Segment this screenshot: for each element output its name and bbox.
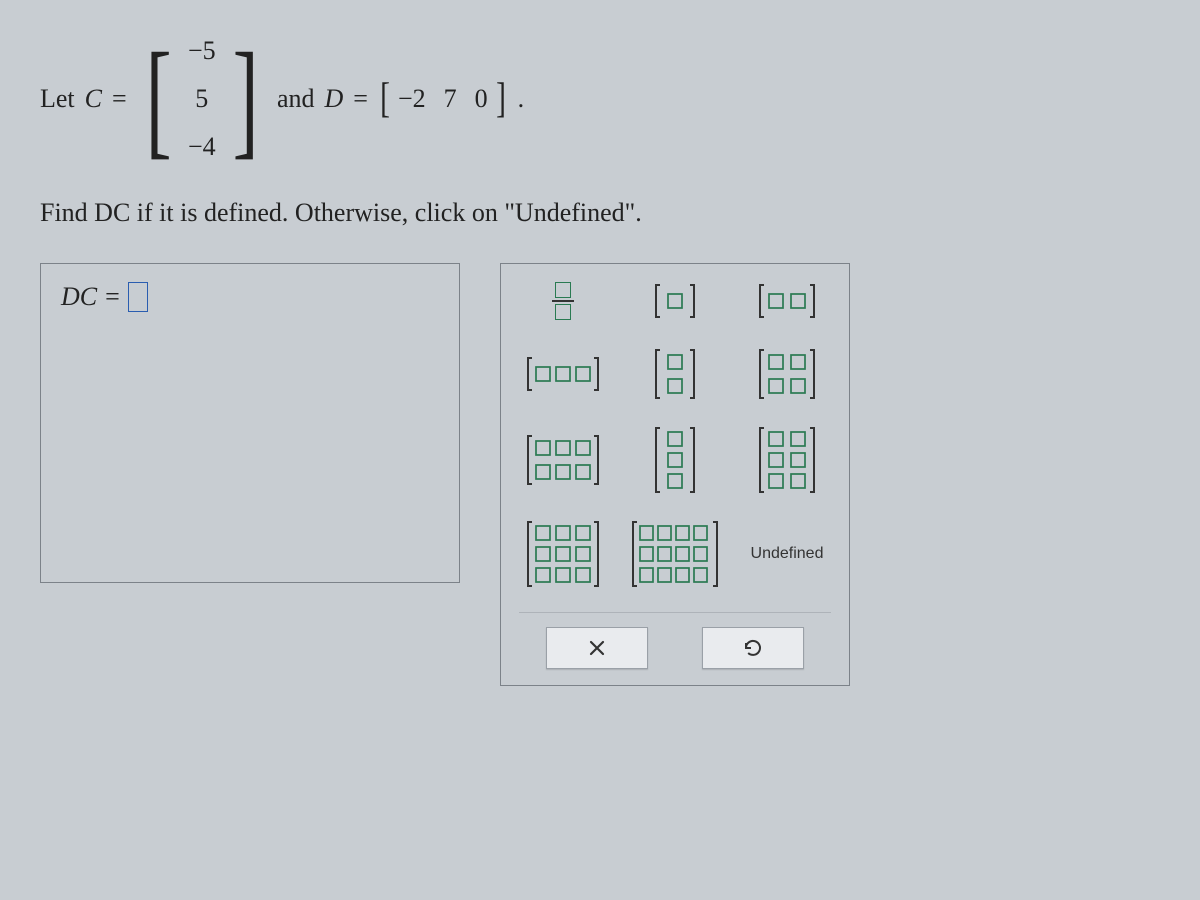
matrix-2x3-icon	[524, 432, 602, 488]
undo-icon	[742, 637, 764, 659]
matrix-D: [ −2 7 0 ]	[378, 75, 508, 123]
matrix-2x1-icon	[652, 346, 698, 402]
variable-D: D	[324, 84, 343, 114]
matrix-3x3-icon	[524, 518, 602, 590]
close-icon	[587, 638, 607, 658]
matrix-2x2-icon	[756, 346, 818, 402]
matrix-3x3-button[interactable]	[524, 518, 602, 590]
clear-button[interactable]	[546, 627, 648, 669]
template-palette: Undefined	[500, 263, 850, 686]
matrix-1x3-icon	[524, 354, 602, 394]
reset-button[interactable]	[702, 627, 804, 669]
matrix-1x1-button[interactable]	[645, 278, 705, 324]
variable-C: C	[85, 84, 102, 114]
matrix-3x4-button[interactable]	[629, 518, 721, 590]
matrix-3x2-button[interactable]	[756, 424, 818, 496]
work-area: DC =	[40, 263, 1160, 686]
let-label: Let	[40, 84, 75, 114]
matrix-C-entry: 5	[195, 84, 208, 114]
right-bracket-icon: ]	[496, 75, 506, 123]
matrix-1x2-button[interactable]	[756, 278, 818, 324]
matrix-1x1-icon	[652, 281, 698, 321]
matrix-C-entry: −5	[188, 36, 216, 66]
matrix-C-entry: −4	[188, 132, 216, 162]
matrix-3x1-button[interactable]	[645, 424, 705, 496]
undefined-label: Undefined	[751, 545, 824, 563]
matrix-1x3-button[interactable]	[524, 351, 602, 397]
matrix-D-entry: −2	[398, 84, 426, 114]
instruction-text: Find DC if it is defined. Otherwise, cli…	[40, 198, 1160, 228]
left-bracket-icon: [	[380, 75, 390, 123]
answer-box: DC =	[40, 263, 460, 583]
definition-row: Let C = [ −5 5 −4 ] and D = [ −2 7 0 ] .	[40, 30, 1160, 168]
matrix-3x2-icon	[756, 424, 818, 496]
matrix-3x1-icon	[652, 424, 698, 496]
matrix-2x3-button[interactable]	[524, 432, 602, 488]
matrix-D-entry: 7	[444, 84, 457, 114]
fraction-template-button[interactable]	[533, 278, 593, 324]
palette-grid: Undefined	[519, 278, 831, 590]
matrix-1x2-icon	[756, 281, 818, 321]
equals-2: =	[353, 84, 368, 114]
left-bracket-icon: [	[145, 41, 171, 158]
and-label: and	[277, 84, 315, 114]
matrix-D-entry: 0	[475, 84, 488, 114]
equals-1: =	[112, 84, 127, 114]
palette-actions	[519, 612, 831, 669]
answer-lhs: DC	[61, 282, 97, 312]
matrix-D-values: −2 7 0	[392, 84, 494, 114]
answer-line: DC =	[61, 282, 439, 312]
right-bracket-icon: ]	[232, 41, 258, 158]
answer-eq: =	[105, 282, 120, 312]
period: .	[518, 84, 525, 114]
matrix-3x4-icon	[629, 518, 721, 590]
answer-input[interactable]	[128, 282, 148, 312]
matrix-C: [ −5 5 −4 ]	[137, 30, 267, 168]
fraction-icon	[552, 280, 574, 322]
matrix-2x2-button[interactable]	[756, 346, 818, 402]
undefined-button[interactable]: Undefined	[751, 531, 824, 577]
matrix-C-values: −5 5 −4	[180, 30, 224, 168]
problem-page: Let C = [ −5 5 −4 ] and D = [ −2 7 0 ] .…	[0, 0, 1200, 716]
matrix-2x1-button[interactable]	[645, 346, 705, 402]
